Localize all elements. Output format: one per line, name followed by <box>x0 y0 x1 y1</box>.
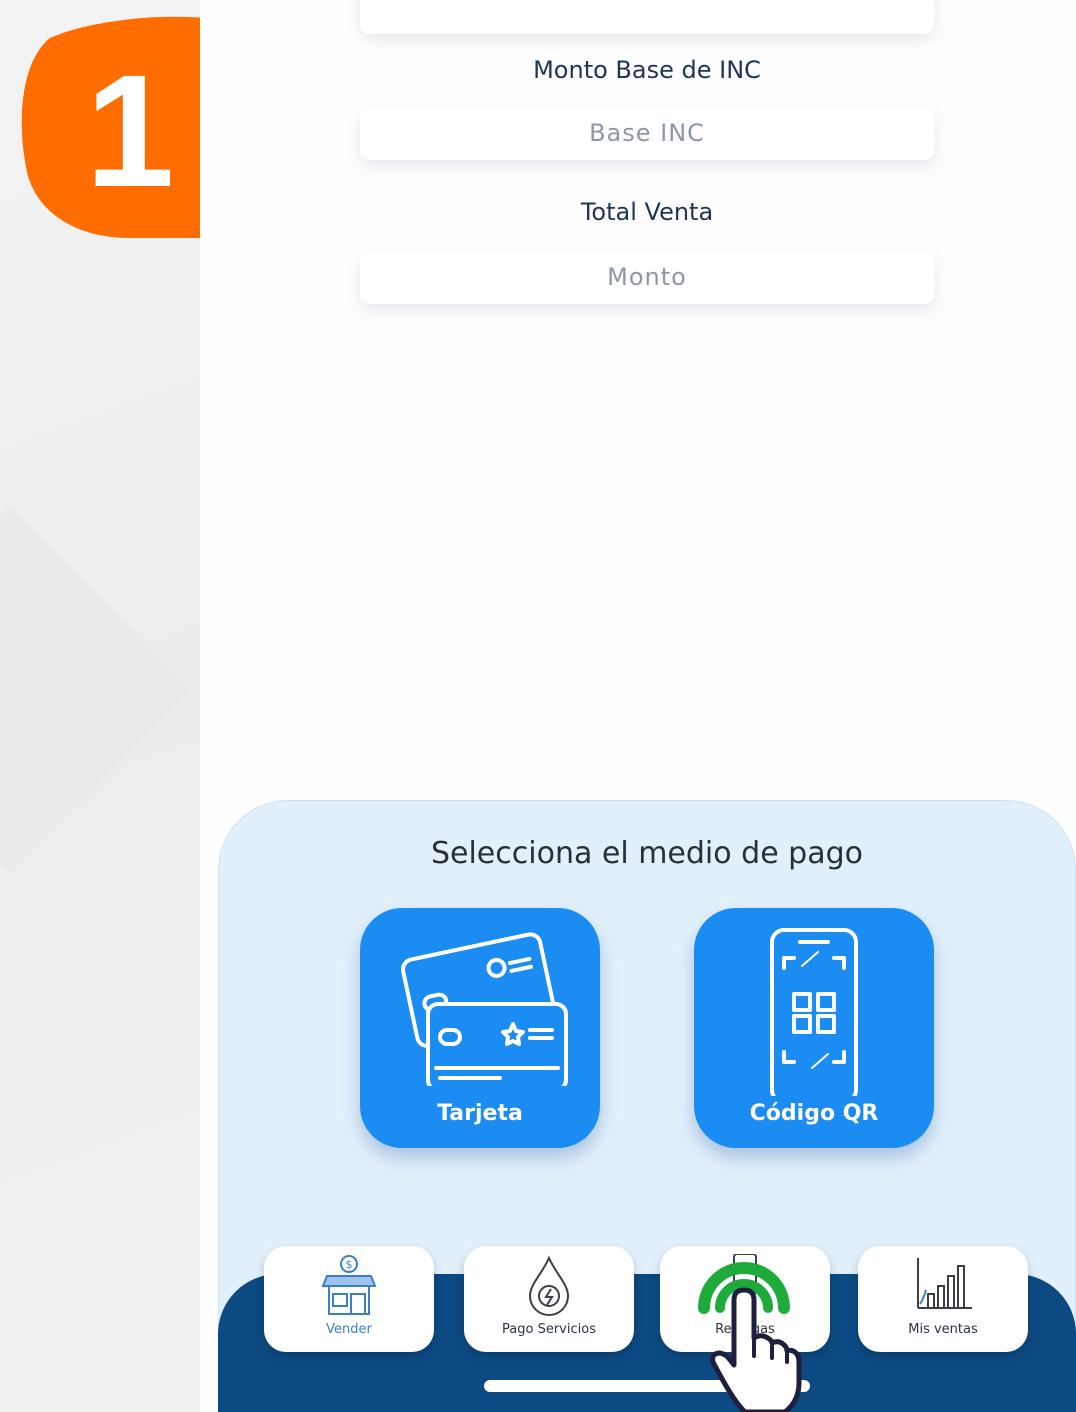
nav-item-pago-servicios[interactable]: Pago Servicios <box>464 1246 634 1352</box>
qr-payment-label: Código QR <box>749 1101 879 1126</box>
credit-cards-icon <box>400 932 568 1086</box>
service-drop-icon <box>528 1255 570 1316</box>
card-payment-label: Tarjeta <box>437 1101 523 1126</box>
nav-item-mis-ventas[interactable]: Mis ventas <box>858 1246 1028 1352</box>
svg-text:$: $ <box>346 1258 353 1271</box>
nav-label-pago-servicios: Pago Servicios <box>502 1322 596 1337</box>
sales-chart-icon <box>917 1258 972 1309</box>
store-icon: $ <box>321 1255 377 1315</box>
phone-qr-icon <box>770 928 858 1096</box>
base-inc-input[interactable]: Base INC <box>360 106 934 160</box>
card-payment-button[interactable]: Tarjeta <box>360 908 600 1148</box>
payment-title: Selecciona el medio de pago <box>430 836 864 871</box>
step-number: 1 <box>86 41 175 220</box>
qr-payment-button[interactable]: Código QR <box>694 908 934 1148</box>
previous-field[interactable] <box>360 0 934 34</box>
nav-label-mis-ventas: Mis ventas <box>908 1322 978 1337</box>
base-inc-label: Monto Base de INC <box>533 56 761 84</box>
nav-label-vender: Vender <box>326 1322 372 1337</box>
nav-item-vender[interactable]: $ Vender <box>264 1246 434 1352</box>
total-venta-label: Total Venta <box>580 198 714 226</box>
tap-hand-indicator <box>698 1262 802 1412</box>
total-venta-input[interactable]: Monto <box>360 250 934 304</box>
